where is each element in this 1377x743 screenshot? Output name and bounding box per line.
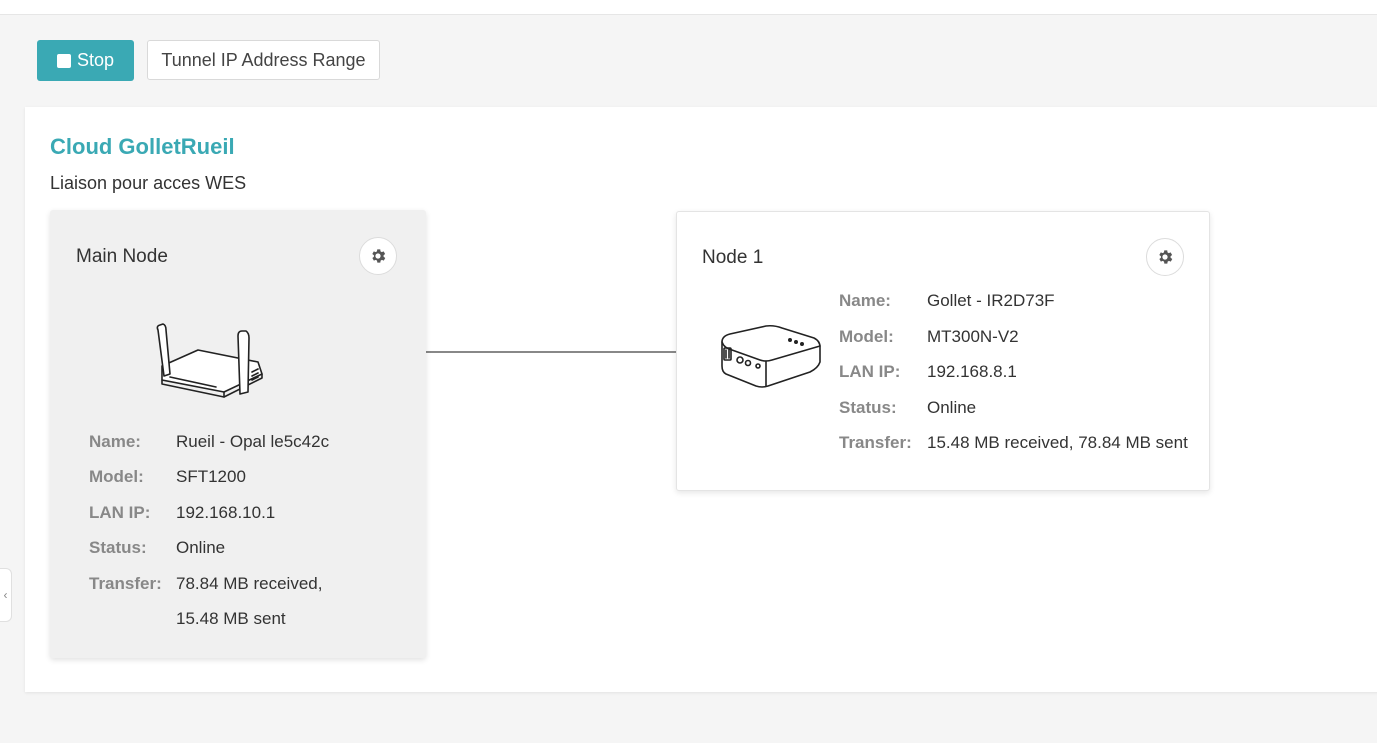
tunnel-ip-range-label: Tunnel IP Address Range [161, 49, 366, 70]
main-node-model-value: SFT1200 [176, 467, 246, 486]
node1-name-value: Gollet - IR2D73F [927, 291, 1055, 310]
main-node-status-value: Online [176, 538, 226, 557]
main-node-transfer-label: Transfer: [89, 574, 162, 593]
stop-button-label: Stop [76, 50, 115, 70]
main-node-transfer-value-1: 78.84 MB received, [176, 574, 323, 593]
top-bar [0, 0, 1377, 15]
node1-title: Node 1 [702, 247, 764, 268]
node1-status-value: Online [927, 398, 977, 417]
stop-button[interactable]: Stop [37, 40, 134, 81]
main-node-name-value: Rueil - Opal le5c42c [176, 432, 330, 451]
tunnel-ip-range-button[interactable]: Tunnel IP Address Range [147, 40, 380, 80]
main-node-status-label: Status: [89, 538, 147, 557]
node1-card: Node 1 Name: Gollet - IR2D73F Model: MT3… [676, 211, 1210, 491]
main-node-lanip-label: LAN IP: [89, 503, 151, 522]
node1-model-label: Model: [839, 327, 894, 346]
main-node-settings-button[interactable] [359, 237, 397, 275]
node1-status-label: Status: [839, 398, 897, 417]
router-antenna-icon [156, 323, 263, 398]
node1-name-label: Name: [839, 291, 891, 310]
main-node-lanip-value: 192.168.10.1 [176, 503, 276, 522]
node1-transfer-label: Transfer: [839, 433, 912, 452]
node1-lanip-value: 192.168.8.1 [927, 362, 1017, 381]
stop-square-icon [56, 53, 71, 68]
main-node-model-label: Model: [89, 467, 144, 486]
cloud-title: Cloud GolletRueil [50, 134, 235, 159]
node1-transfer-value: 15.48 MB received, 78.84 MB sent [927, 433, 1188, 452]
node-link-line [426, 351, 676, 353]
main-node-transfer-value-2: 15.48 MB sent [176, 609, 286, 628]
gear-icon [372, 249, 386, 263]
travel-router-icon [721, 324, 821, 388]
node1-model-value: MT300N-V2 [927, 327, 1019, 346]
gear-icon [1159, 250, 1173, 264]
main-node-title: Main Node [76, 246, 168, 267]
node1-lanip-label: LAN IP: [839, 362, 901, 381]
chevron-left-icon: ‹ [3, 588, 8, 602]
sidebar-collapse-tab[interactable]: ‹ [0, 568, 12, 622]
main-node-card: Main Node Name: Rueil - Opal le5c42c Mod… [50, 210, 426, 658]
main-node-name-label: Name: [89, 432, 141, 451]
cloud-description: Liaison pour acces WES [50, 173, 247, 193]
node1-settings-button[interactable] [1146, 238, 1184, 276]
